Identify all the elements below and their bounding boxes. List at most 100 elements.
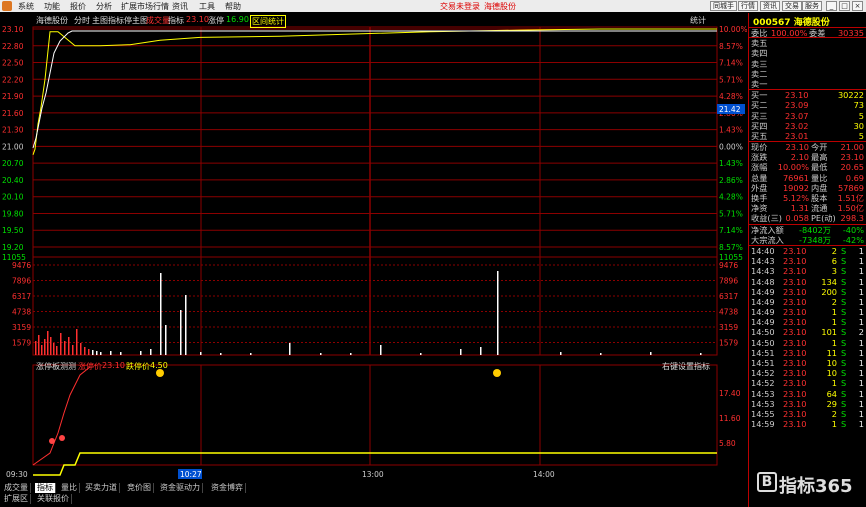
tick-side: S bbox=[841, 245, 847, 256]
indicator-tab[interactable]: 指标 bbox=[35, 483, 56, 493]
menu-help[interactable]: 帮助 bbox=[225, 1, 241, 12]
price-tick-label: 20.10 bbox=[2, 193, 24, 202]
chart-stock-name: 海德股份 bbox=[36, 16, 68, 25]
top-button-1[interactable]: 行情 bbox=[738, 1, 758, 11]
top-button-0[interactable]: 同城手 bbox=[710, 1, 737, 11]
stats-button[interactable]: 统计 bbox=[690, 15, 706, 26]
indicator-tab[interactable]: 量比 bbox=[59, 483, 80, 493]
indicator-tick-label: 5.80 bbox=[719, 439, 736, 448]
tick-volume: 1 bbox=[831, 307, 837, 318]
intraday-chart[interactable]: 23.10 10.00% 22.80 8.57% 22.50 7.14% 22.20 5.71… bbox=[0, 13, 748, 481]
indicator-tab[interactable]: 竞价图 bbox=[125, 483, 154, 493]
tick-time: 14:43 bbox=[751, 256, 775, 267]
stat-label: 流通 bbox=[811, 203, 828, 214]
top-button-4[interactable]: 服务 bbox=[802, 1, 822, 11]
stat-row: 涨跌 2.10 最高 23.10 bbox=[749, 152, 866, 162]
tick-time: 14:52 bbox=[751, 368, 775, 379]
time-tick-label: 10:27 bbox=[180, 470, 202, 479]
indicator-tab[interactable]: 成交量 bbox=[2, 483, 31, 493]
tick-row: 14:51 23.10 10 S 1 bbox=[749, 358, 866, 368]
volume-bar bbox=[53, 343, 55, 355]
volume-bar bbox=[84, 347, 86, 355]
tick-volume: 134 bbox=[821, 276, 837, 287]
tick-row: 14:55 23.10 2 S 1 bbox=[749, 409, 866, 419]
cursor-price-label: 21.42 bbox=[719, 105, 741, 114]
menu-analysis[interactable]: 分析 bbox=[96, 1, 112, 12]
stat-row: 总量 76961 量比 0.69 bbox=[749, 173, 866, 183]
tick-volume: 101 bbox=[821, 327, 837, 338]
close-button[interactable]: × bbox=[852, 1, 863, 11]
tick-volume: 10 bbox=[826, 368, 837, 379]
stat-value: 19092 bbox=[782, 182, 809, 193]
volume-tick-label: 4738 bbox=[12, 308, 31, 317]
price-tick-label: 22.20 bbox=[2, 75, 24, 84]
volume-tick-label: 1579 bbox=[12, 339, 31, 348]
tick-price: 23.10 bbox=[783, 358, 807, 368]
indicator-tab[interactable]: 资金驱动力 bbox=[158, 483, 203, 493]
tick-count: 2 bbox=[858, 327, 864, 338]
maximize-button[interactable]: □ bbox=[839, 1, 850, 11]
stat-value: 1.50亿 bbox=[837, 203, 864, 214]
watermark-logo: B 指标365 bbox=[755, 470, 865, 497]
minimize-button[interactable]: _ bbox=[826, 1, 837, 11]
menu-news[interactable]: 资讯 bbox=[172, 1, 188, 12]
menu-quote[interactable]: 报价 bbox=[70, 1, 86, 12]
menu-tools[interactable]: 工具 bbox=[199, 1, 215, 12]
indicator-value2: 4.50 bbox=[150, 361, 168, 370]
extension-tab[interactable]: 扩展区 bbox=[2, 494, 31, 504]
tick-row: 14:43 23.10 6 S 1 bbox=[749, 256, 866, 266]
tick-count: 1 bbox=[858, 276, 864, 287]
tick-row: 14:49 23.10 200 S 1 bbox=[749, 287, 866, 297]
tick-list[interactable]: 14:40 23.10 2 S 1 14:43 23.10 6 S 1 14:43 23.10 3 S 1 1… bbox=[749, 246, 866, 429]
tick-side: S bbox=[841, 347, 847, 358]
volume-bar bbox=[50, 337, 52, 355]
tick-count: 1 bbox=[858, 388, 864, 399]
time-tick-label: 14:00 bbox=[533, 470, 555, 479]
trade-login-status[interactable]: 交易未登录 bbox=[440, 1, 480, 12]
volume-tick-right: 4738 bbox=[719, 308, 738, 317]
weibi-row: 委比 100.00% 委差 30335 bbox=[749, 28, 866, 39]
chart-indicators[interactable]: 主图指标停主图 bbox=[92, 15, 148, 26]
zone-stats-button[interactable]: 区间统计 bbox=[250, 15, 286, 28]
tick-price: 23.10 bbox=[783, 419, 807, 430]
chart-mode[interactable]: 分时 bbox=[74, 15, 90, 26]
chart-canvas[interactable]: 23.10 10.00% 22.80 8.57% 22.50 7.14% 22.20 5.71… bbox=[0, 13, 748, 481]
extension-tab[interactable]: 关联报价 bbox=[35, 494, 72, 504]
tick-side: S bbox=[841, 408, 847, 419]
stat-value: 1.31 bbox=[790, 203, 809, 214]
top-button-3[interactable]: 交易 bbox=[782, 1, 802, 11]
stat-value: 0.69 bbox=[845, 172, 864, 183]
indicator-tab[interactable]: 资金博弈 bbox=[209, 483, 246, 493]
stat-value: 10.00% bbox=[777, 162, 809, 173]
volume-tick-right: 9476 bbox=[719, 261, 738, 270]
tick-row: 14:51 23.10 11 S 1 bbox=[749, 348, 866, 358]
stat-value: 76961 bbox=[782, 172, 809, 183]
volume-bar bbox=[350, 353, 352, 355]
stat-value: 23.10 bbox=[785, 142, 809, 153]
tick-time: 14:49 bbox=[751, 307, 775, 318]
stat-label: 涨跌 bbox=[751, 152, 768, 163]
stats-table: 现价 23.10 今开 21.00 涨跌 2.10 最高 23.10 涨幅 10.00% 最低 20.… bbox=[749, 142, 866, 225]
stat-value: 1.51亿 bbox=[837, 193, 864, 203]
tick-row: 14:50 23.10 1 S 1 bbox=[749, 338, 866, 348]
tick-side: S bbox=[841, 286, 847, 297]
tick-time: 14:49 bbox=[751, 286, 775, 297]
buy-price: 23.10 bbox=[785, 90, 809, 101]
menu-function[interactable]: 功能 bbox=[44, 1, 60, 12]
tick-count: 1 bbox=[858, 256, 864, 267]
pct-tick-label: 8.57% bbox=[719, 42, 743, 51]
menu-ext-market[interactable]: 扩展市场行情 bbox=[121, 1, 169, 12]
tick-row: 14:53 23.10 64 S 1 bbox=[749, 389, 866, 399]
indicator-tab[interactable]: 买卖力道 bbox=[83, 483, 120, 493]
volume-tick-right: 6317 bbox=[719, 292, 738, 301]
indicator-settings-hint[interactable]: 右键设置指标 bbox=[662, 361, 710, 372]
buy-label: 买二 bbox=[751, 100, 768, 111]
price-tick-label: 21.60 bbox=[2, 109, 24, 118]
menu-system[interactable]: 系统 bbox=[18, 1, 34, 12]
volume-bar bbox=[120, 352, 122, 355]
signal-badge-icon bbox=[156, 369, 164, 377]
tick-volume: 2 bbox=[831, 408, 837, 419]
buy-row: 买四 23.02 30 bbox=[749, 121, 866, 131]
top-button-2[interactable]: 资讯 bbox=[760, 1, 780, 11]
stat-row: 涨幅 10.00% 最低 20.65 bbox=[749, 162, 866, 172]
